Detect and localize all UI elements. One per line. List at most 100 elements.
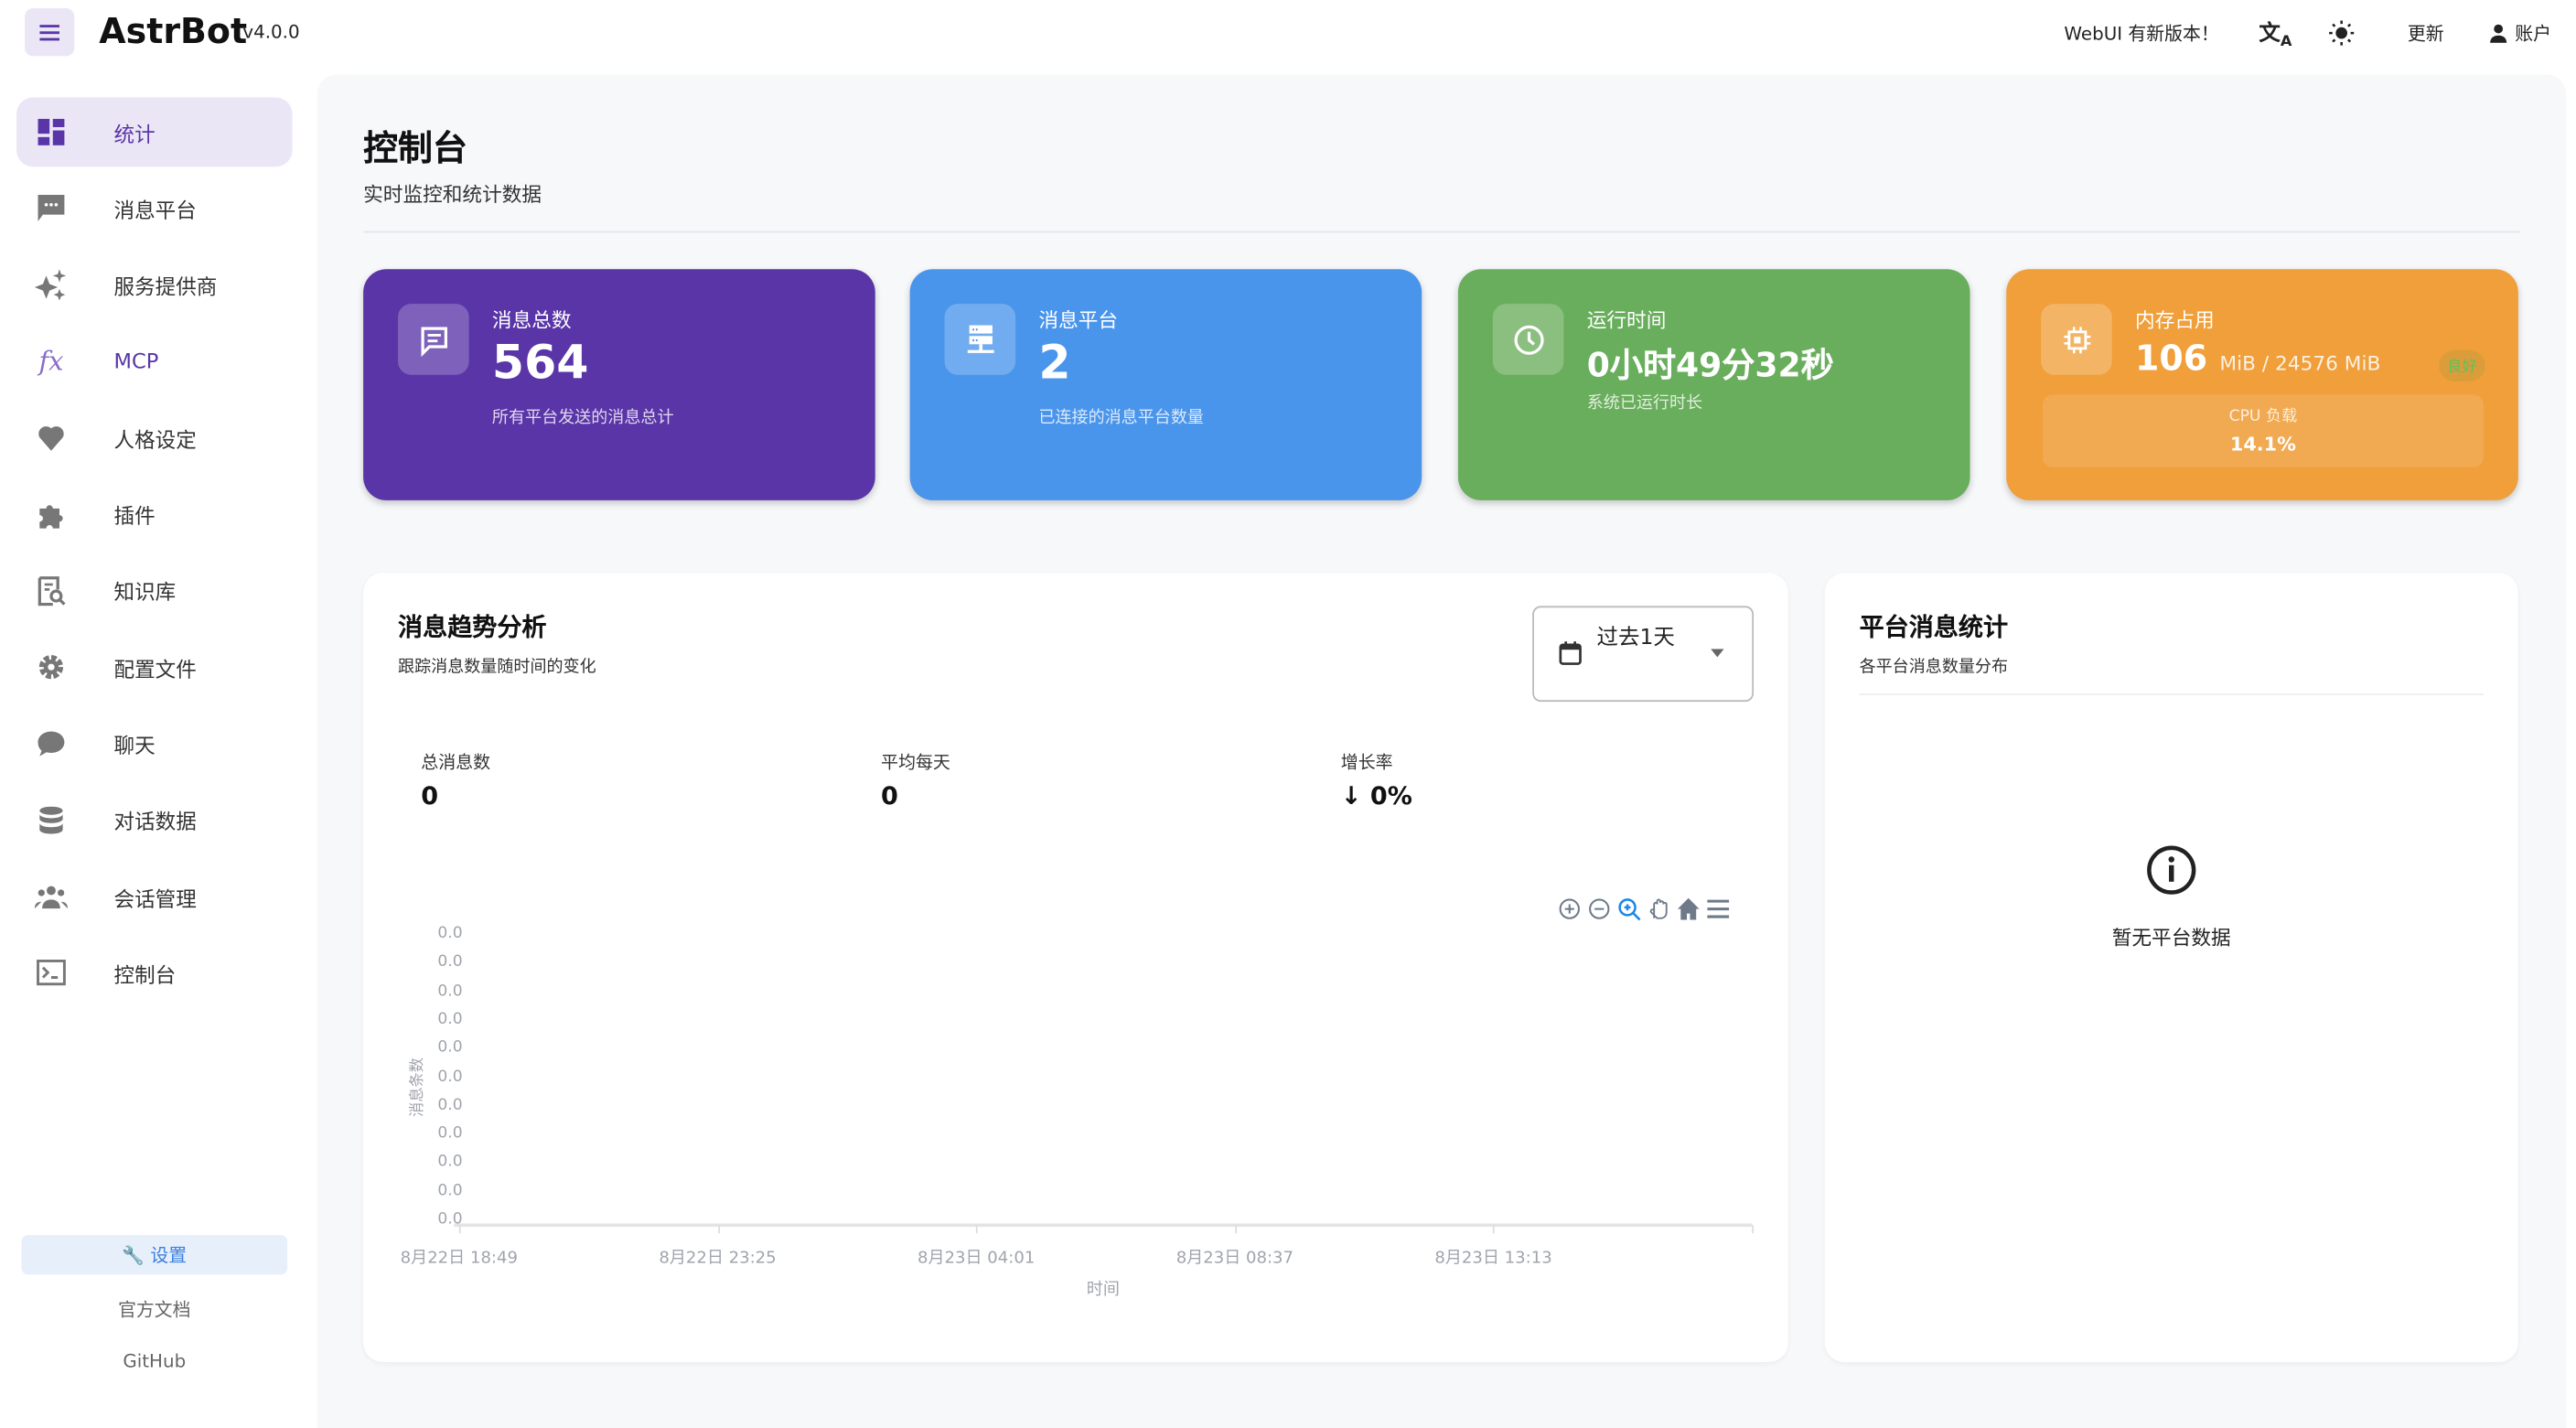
total-messages-card: 消息总数 564 所有平台发送的消息总计 bbox=[363, 269, 875, 500]
x-tick-mark bbox=[1493, 1225, 1496, 1234]
app-logo: AstrBot bbox=[99, 11, 248, 51]
sidebar-item-label: 消息平台 bbox=[113, 198, 197, 223]
settings-button[interactable]: 🔧 设置 bbox=[21, 1235, 288, 1275]
uptime-card: 运行时间 0小时49分32秒 系统已运行时长 bbox=[1457, 269, 1970, 500]
x-axis-line bbox=[454, 1223, 1753, 1227]
sidebar-item-1[interactable]: 消息平台 bbox=[16, 174, 292, 243]
hamburger-icon bbox=[39, 24, 59, 40]
github-link[interactable]: GitHub bbox=[21, 1350, 287, 1371]
sidebar-item-label: 配置文件 bbox=[113, 656, 197, 682]
account-icon bbox=[2490, 24, 2507, 43]
sidebar-item-0[interactable]: 统计 bbox=[16, 97, 293, 167]
time-range-select[interactable]: 过去1天 bbox=[1532, 606, 1755, 703]
time-range-value: 过去1天 bbox=[1596, 626, 1675, 651]
theme-toggle-button[interactable] bbox=[2328, 13, 2355, 52]
status-badge: 良好 bbox=[2439, 349, 2485, 381]
update-notice[interactable]: WebUI 有新版本！ bbox=[2064, 13, 2218, 52]
cpu-label: CPU 负载 bbox=[2228, 407, 2298, 426]
y-tick-label: 0.0 bbox=[437, 924, 463, 943]
sidebar-item-8[interactable]: 聊天 bbox=[16, 709, 292, 778]
zoom-out-icon[interactable] bbox=[1587, 897, 1612, 921]
sidebar-item-label: 会话管理 bbox=[113, 886, 197, 911]
language-button[interactable]: 文A bbox=[2259, 13, 2292, 52]
x-tick-mark bbox=[717, 1225, 720, 1234]
card-label: 内存占用 bbox=[2135, 308, 2215, 332]
card-label: 消息平台 bbox=[1038, 308, 1119, 332]
server-network-icon bbox=[966, 324, 993, 352]
message-text-icon bbox=[420, 326, 447, 356]
y-tick-label: 0.0 bbox=[437, 952, 463, 972]
database-icon bbox=[35, 803, 68, 836]
y-axis-label: 消息条数 bbox=[410, 1058, 427, 1118]
docs-link[interactable]: 官方文档 bbox=[21, 1296, 287, 1323]
calendar-icon bbox=[1559, 641, 1582, 665]
card-value: 0小时49分32秒 bbox=[1586, 345, 1834, 385]
sun-icon bbox=[2329, 20, 2355, 46]
sidebar-item-2[interactable]: 服务提供商 bbox=[16, 251, 292, 320]
account-label: 账户 bbox=[2515, 23, 2551, 45]
sidebar-item-11[interactable]: 控制台 bbox=[16, 939, 292, 1008]
cpu-chip-icon bbox=[2063, 326, 2090, 353]
memory-unit: MiB / 24576 MiB bbox=[2219, 351, 2381, 375]
y-tick-label: 0.0 bbox=[437, 1010, 463, 1029]
card-subtitle: 所有平台发送的消息总计 bbox=[491, 409, 674, 428]
sidebar-item-label: 人格设定 bbox=[113, 426, 197, 452]
sidebar-item-7[interactable]: 配置文件 bbox=[16, 632, 292, 702]
reset-home-icon[interactable] bbox=[1676, 897, 1701, 921]
chart-toolbar bbox=[1552, 897, 1731, 921]
trend-subtitle: 跟踪消息数量随时间的变化 bbox=[398, 659, 596, 678]
sidebar-item-9[interactable]: 对话数据 bbox=[16, 786, 292, 855]
page-subtitle: 实时监控和统计数据 bbox=[363, 183, 542, 207]
x-tick-label: 8月23日 08:37 bbox=[1175, 1250, 1294, 1269]
function-icon: fx bbox=[38, 345, 64, 378]
card-label: 消息总数 bbox=[491, 308, 572, 332]
pan-icon[interactable] bbox=[1647, 897, 1671, 921]
x-tick-label: 8月22日 23:25 bbox=[659, 1250, 777, 1269]
puzzle-icon bbox=[35, 498, 68, 531]
sidebar-item-label: 服务提供商 bbox=[113, 274, 218, 299]
clock-icon bbox=[1513, 324, 1543, 354]
dashboard-icon bbox=[35, 115, 68, 148]
trend-stat-label: 增长率 bbox=[1340, 753, 1393, 773]
account-button[interactable]: 账户 bbox=[2488, 13, 2551, 52]
x-axis-label: 时间 bbox=[1086, 1281, 1120, 1300]
x-tick-mark bbox=[1234, 1225, 1237, 1234]
zoom-in-icon[interactable] bbox=[1557, 897, 1582, 921]
sidebar-item-label: 知识库 bbox=[113, 580, 177, 606]
card-label: 运行时间 bbox=[1586, 308, 1667, 332]
trend-stat-label: 平均每天 bbox=[881, 753, 950, 773]
sidebar-item-6[interactable]: 知识库 bbox=[16, 556, 292, 626]
trend-stat-label: 总消息数 bbox=[421, 753, 491, 773]
y-tick-label: 0.0 bbox=[437, 1038, 463, 1058]
page-title: 控制台 bbox=[363, 128, 467, 169]
selection-zoom-icon[interactable] bbox=[1616, 897, 1641, 921]
sidebar-item-label: 统计 bbox=[113, 121, 156, 146]
x-tick-mark bbox=[976, 1225, 978, 1234]
menu-icon[interactable] bbox=[1706, 897, 1731, 921]
y-tick-label: 0.0 bbox=[437, 1181, 463, 1200]
update-button[interactable]: 更新 bbox=[2408, 13, 2444, 52]
card-value: 564 bbox=[491, 335, 589, 390]
y-tick-label: 0.0 bbox=[437, 1096, 463, 1114]
platforms-card: 消息平台 2 已连接的消息平台数量 bbox=[909, 269, 1422, 500]
gear-icon bbox=[35, 650, 68, 683]
card-value: 106 MiB / 24576 MiB bbox=[2135, 338, 2380, 378]
cpu-load-box: CPU 负载 14.1% bbox=[2042, 394, 2484, 467]
sidebar-item-10[interactable]: 会话管理 bbox=[16, 862, 292, 931]
y-tick-label: 0.0 bbox=[437, 982, 463, 1001]
trend-stat-value: ↓ 0% bbox=[1340, 780, 1412, 811]
sparkle-icon bbox=[34, 268, 68, 301]
menu-toggle-button[interactable] bbox=[25, 8, 75, 57]
terminal-icon bbox=[35, 957, 68, 990]
empty-platform-text: 暂无平台数据 bbox=[2111, 926, 2231, 950]
sidebar-item-4[interactable]: 人格设定 bbox=[16, 403, 292, 473]
divider bbox=[1859, 693, 2484, 695]
sidebar-item-label: 聊天 bbox=[113, 733, 156, 758]
translate-icon: 文A bbox=[2259, 21, 2292, 51]
y-tick-label: 0.0 bbox=[437, 1067, 463, 1086]
sidebar-item-label: MCP bbox=[113, 349, 159, 374]
sidebar-item-5[interactable]: 插件 bbox=[16, 479, 292, 549]
x-tick-mark bbox=[1752, 1225, 1755, 1234]
sidebar-item-3[interactable]: fx MCP bbox=[16, 327, 292, 396]
users-icon bbox=[34, 880, 69, 913]
